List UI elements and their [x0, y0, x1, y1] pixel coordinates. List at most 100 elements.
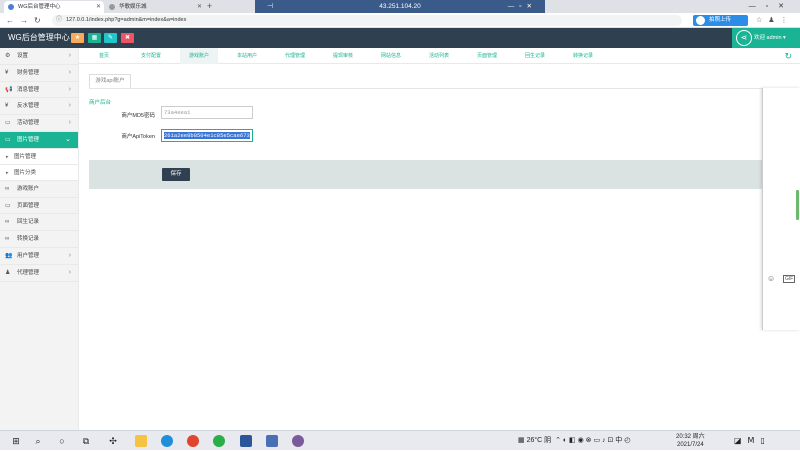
- close-all-button[interactable]: ✖: [121, 33, 134, 43]
- chevron-right-icon: ›: [68, 102, 71, 110]
- remote-window-controls[interactable]: —▫✕: [508, 0, 537, 13]
- tab-site-info[interactable]: 网站信息: [372, 48, 410, 64]
- floating-chat-panel[interactable]: ☺ GIF: [762, 88, 800, 330]
- cortana-icon[interactable]: ○: [55, 434, 69, 448]
- wechat-icon[interactable]: [213, 435, 225, 447]
- emoji-icon[interactable]: ☺: [767, 274, 775, 283]
- pin-icon[interactable]: ⊣: [267, 0, 273, 13]
- tray-icons[interactable]: ⌃ ◐ ◧ ◉ ⊗ ▭ ♪ ⊡ 中 ◴: [553, 437, 630, 444]
- users-icon: 👥: [5, 252, 13, 259]
- person-icon: ♟: [5, 269, 11, 276]
- window-controls[interactable]: —▫✕: [749, 0, 794, 13]
- monitor-icon: ▭: [5, 136, 11, 143]
- sidebar-item-messages[interactable]: 📢 消息管理 ›: [0, 82, 78, 99]
- tab-site-users[interactable]: 本站用户: [228, 48, 266, 64]
- divider: [89, 88, 762, 89]
- chevron-right-icon: ›: [68, 251, 71, 259]
- tab-page-manage[interactable]: 页面管理: [468, 48, 506, 64]
- notification-icons[interactable]: ◪Ⅿ▯: [734, 431, 771, 451]
- forward-icon[interactable]: →: [20, 13, 28, 28]
- url-text: 127.0.0.1/index.php?g=admin&m=index&a=in…: [66, 17, 187, 23]
- weather-text[interactable]: 26°C 阴: [527, 437, 552, 444]
- url-input[interactable]: ⓘ 127.0.0.1/index.php?g=admin&m=index&a=…: [52, 15, 682, 26]
- new-tab-button[interactable]: +: [207, 0, 212, 13]
- yen-icon: ¥: [5, 103, 9, 110]
- gamepad-icon: ∞: [5, 185, 10, 192]
- sidebar-item-users[interactable]: 👥 用户管理 ›: [0, 248, 78, 265]
- chevron-right-icon: ›: [68, 85, 71, 93]
- search-icon[interactable]: ⌕: [31, 434, 45, 448]
- share-icon: ⋖: [736, 30, 752, 46]
- sidebar-item-images[interactable]: ▭ 图片管理 ⌄: [0, 131, 78, 149]
- address-bar: ← → ↻ ⓘ 127.0.0.1/index.php?g=admin&m=in…: [0, 13, 800, 28]
- gear-icon: ⚙: [5, 53, 11, 59]
- close-tab-icon[interactable]: ✕: [96, 1, 101, 13]
- monitor-icon: ▭: [5, 202, 11, 209]
- reload-icon[interactable]: ↻: [34, 13, 41, 28]
- sidebar-item-game-accounts[interactable]: ∞ 游戏账户: [0, 181, 78, 198]
- tab-agents[interactable]: 代理管理: [276, 48, 314, 64]
- tab-activity-list[interactable]: 活动列表: [420, 48, 458, 64]
- panel-scrollbar[interactable]: [796, 190, 799, 220]
- chevron-right-icon: ›: [68, 268, 71, 276]
- chrome-icon[interactable]: [187, 435, 199, 447]
- sidebar-item-pages[interactable]: ▭ 页面管理: [0, 198, 78, 215]
- sidebar-subitem-image-category[interactable]: 图片分类: [0, 164, 78, 181]
- star-button[interactable]: ★: [71, 33, 84, 43]
- app-header: WG后台管理中心 ★ ▦ ✎ ✖ ⋖ 欢迎 admin ▾: [0, 28, 800, 48]
- refresh-icon[interactable]: ↻: [784, 48, 792, 64]
- browser-tab-casino[interactable]: 华歌娱乐城 ✕: [105, 1, 205, 13]
- grid-button[interactable]: ▦: [88, 33, 101, 43]
- pinwheel-app-icon[interactable]: ✣: [106, 434, 120, 448]
- monitor-icon: ▭: [5, 120, 11, 127]
- remote-host: 43.251.104.20: [379, 3, 421, 10]
- sidebar-item-agents[interactable]: ♟ 代理管理 ›: [0, 265, 78, 282]
- gif-icon[interactable]: GIF: [783, 275, 796, 283]
- sidebar-subitem-image-manage[interactable]: 图片管理: [0, 148, 78, 165]
- close-tab-icon[interactable]: ✕: [197, 1, 202, 13]
- obs-icon[interactable]: [292, 435, 304, 447]
- form-actions: 保存: [89, 160, 762, 189]
- md5-input[interactable]: 73a4eea1: [161, 106, 253, 119]
- windows-start-icon[interactable]: ⊞: [9, 434, 23, 448]
- upload-icon: [696, 16, 705, 25]
- tab-favicon-icon: [109, 4, 115, 10]
- clock[interactable]: 20:32 周六 2021/7/24: [676, 433, 705, 449]
- remote-desktop-icon[interactable]: [266, 435, 278, 447]
- tab-transfer-log[interactable]: 转换记录: [564, 48, 602, 64]
- tab-game-accounts[interactable]: 游戏账户: [180, 48, 218, 64]
- word-icon[interactable]: [240, 435, 252, 447]
- yen-icon: ¥: [5, 69, 9, 76]
- tab-recovery-log[interactable]: 回生记录: [516, 48, 554, 64]
- browser-actions[interactable]: ☆♟⋮: [756, 13, 794, 28]
- weather-icon: ▦: [518, 437, 525, 444]
- task-view-icon[interactable]: ⧉: [79, 434, 93, 448]
- user-menu[interactable]: ⋖ 欢迎 admin ▾: [732, 28, 800, 48]
- save-button[interactable]: 保存: [162, 168, 190, 181]
- file-explorer-icon[interactable]: [135, 435, 147, 447]
- token-input[interactable]: 261a2ee8b8504e1c85e5cae673: [161, 129, 253, 142]
- edge-icon[interactable]: [161, 435, 173, 447]
- edit-button[interactable]: ✎: [104, 33, 117, 43]
- main-content: 游戏api账户 商户后台 商户MD5密码 73a4eea1 商户ApiToken…: [79, 64, 762, 430]
- photo-upload-button[interactable]: 拍照上传: [693, 15, 748, 26]
- sidebar-item-transfer-log[interactable]: ∞ 转换记录: [0, 231, 78, 248]
- sidebar-item-recovery-log[interactable]: ∞ 回生记录: [0, 214, 78, 232]
- tab-home[interactable]: 首页: [85, 48, 123, 64]
- sidebar-item-rebate[interactable]: ¥ 反水管理 ›: [0, 98, 78, 116]
- taskbar: ⊞ ⌕ ○ ⧉ ✣ ▦ 26°C 阴 ⌃ ◐ ◧ ◉ ⊗ ▭ ♪ ⊡ 中 ◴ 2…: [0, 430, 800, 450]
- section-title: 商户后台: [89, 100, 112, 106]
- tab-title: 华歌娱乐城: [119, 4, 147, 10]
- tab-payment-config[interactable]: 支付配置: [132, 48, 170, 64]
- browser-tab-bar: WG后台管理中心 ✕ 华歌娱乐城 ✕ + ⊣ 43.251.104.20 —▫✕…: [0, 0, 800, 13]
- token-label: 商户ApiToken: [121, 134, 155, 140]
- back-icon[interactable]: ←: [6, 13, 14, 28]
- sidebar-item-finance[interactable]: ¥ 财务管理 ›: [0, 65, 78, 82]
- card-tab-game-api-account[interactable]: 游戏api账户: [89, 74, 131, 88]
- tab-withdraw-review[interactable]: 提现审核: [324, 48, 362, 64]
- browser-tab-admin[interactable]: WG后台管理中心 ✕: [4, 1, 104, 13]
- sidebar-item-activity[interactable]: ▭ 活动管理 ›: [0, 115, 78, 132]
- sidebar: ⚙ 设置 › ¥ 财务管理 › 📢 消息管理 › ¥ 反水管理 › ▭ 活动管理 › ▭ 图片管理 ⌄ …: [0, 48, 79, 430]
- site-info-icon[interactable]: ⓘ: [56, 15, 62, 26]
- sidebar-item-settings[interactable]: ⚙ 设置 ›: [0, 48, 78, 65]
